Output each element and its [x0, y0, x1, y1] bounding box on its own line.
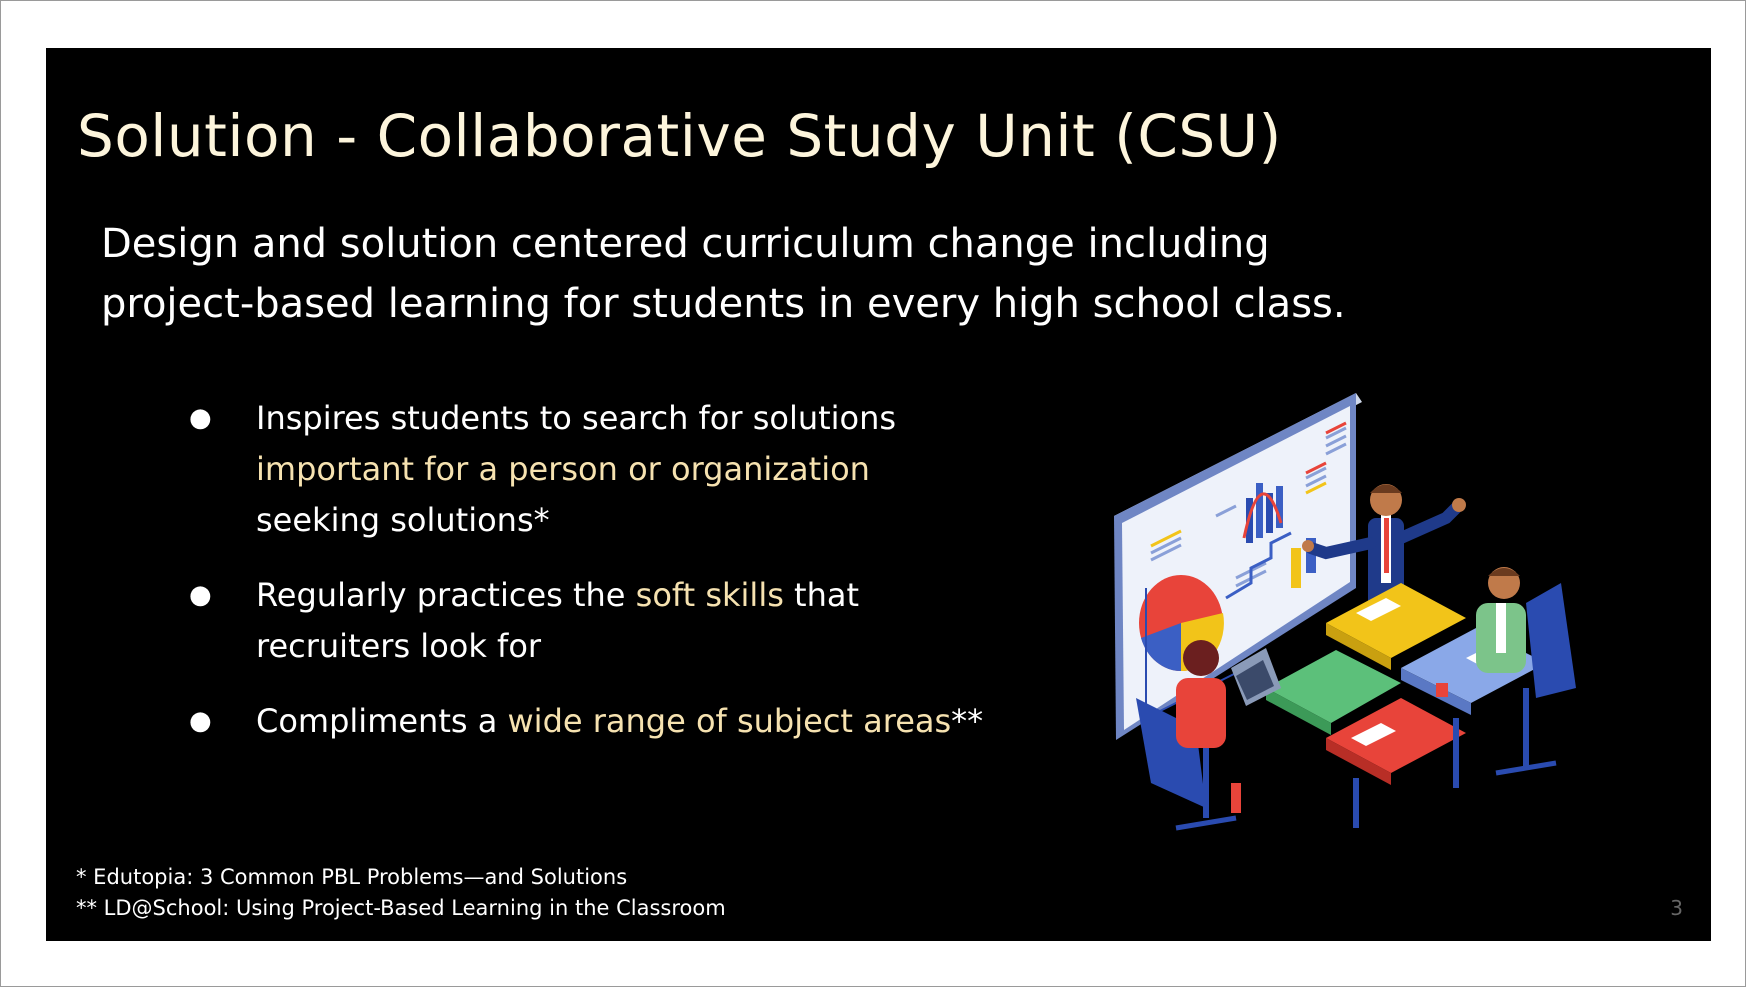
- footnote-1: * Edutopia: 3 Common PBL Problems—and So…: [76, 865, 628, 889]
- bullet-text: Compliments a: [256, 702, 508, 740]
- bullet-text: Regularly practices the: [256, 576, 636, 614]
- bullet-item: ● Regularly practices the soft skills th…: [136, 570, 986, 672]
- bullet-text: Inspires students to search for solution…: [256, 399, 897, 437]
- bullet-item: ● Inspires students to search for soluti…: [136, 393, 986, 546]
- bullet-text: seeking solutions*: [256, 501, 550, 539]
- slide: Solution - Collaborative Study Unit (CSU…: [46, 48, 1711, 941]
- bullet-item: ● Compliments a wide range of subject ar…: [136, 696, 986, 747]
- bullet-marker: ●: [189, 403, 212, 433]
- bullet-highlight: soft skills: [635, 576, 784, 614]
- bullet-text: **: [951, 702, 984, 740]
- bullet-highlight: wide range of subject areas: [507, 702, 952, 740]
- slide-subtitle: Design and solution centered curriculum …: [101, 214, 1481, 334]
- bullet-marker: ●: [189, 706, 212, 736]
- bullet-marker: ●: [189, 580, 212, 610]
- teamwork-presentation-puzzle-illustration: [1056, 388, 1706, 941]
- bullet-list: ● Inspires students to search for soluti…: [136, 393, 986, 771]
- bullet-highlight: important for a person or organization: [256, 450, 870, 488]
- slide-title: Solution - Collaborative Study Unit (CSU…: [77, 102, 1282, 170]
- subtitle-line-1: Design and solution centered curriculum …: [101, 221, 1270, 267]
- footnotes: * Edutopia: 3 Common PBL Problems—and So…: [76, 862, 726, 924]
- footnote-2: ** LD@School: Using Project-Based Learni…: [76, 896, 726, 920]
- page-number: 3: [1670, 896, 1683, 920]
- subtitle-line-2: project-based learning for students in e…: [101, 281, 1346, 327]
